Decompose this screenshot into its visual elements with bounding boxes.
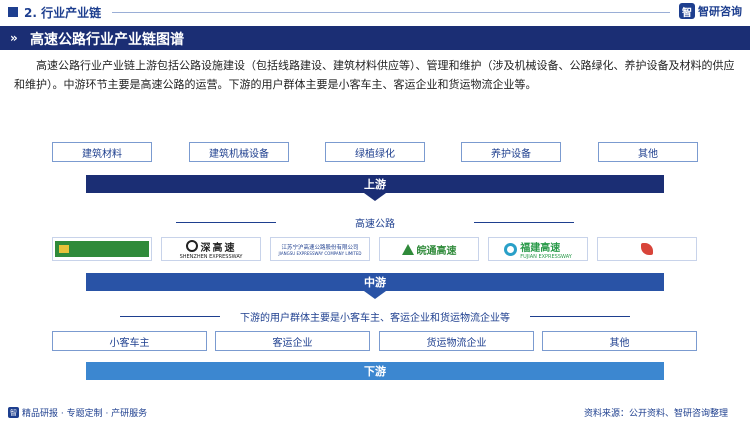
company-name: 福建高速 (520, 242, 561, 254)
footer-logo-icon: 智 (8, 407, 19, 418)
title-bar: » 高速公路行业产业链图谱 (0, 26, 750, 50)
company-mark-icon (641, 243, 653, 255)
upstream-bar: 上游 (86, 175, 664, 193)
midstream-bar: 中游 (86, 273, 664, 291)
brand-name: 智研咨询 (698, 5, 742, 18)
sublabel-line-right (474, 222, 574, 223)
downstream-sublabel: 下游的用户群体主要是小客车主、客运企业和货运物流企业等 (240, 313, 510, 324)
fujian-logo-icon (504, 242, 518, 256)
company-logo: 皖通高速 (379, 237, 479, 261)
company-mark-icon (59, 245, 69, 253)
page-title: 高速公路行业产业链图谱 (30, 32, 184, 48)
company-logo: 深高速 SHENZHEN EXPRESSWAY (161, 237, 261, 261)
section-marker-icon (8, 7, 18, 17)
upstream-item: 建筑机械设备 (189, 142, 289, 162)
company-logo: 福建高速 FUJIAN EXPRESSWAY (488, 237, 588, 261)
footer-tagline: 精品研报 · 专题定制 · 产研服务 (22, 409, 148, 419)
company-logo (597, 237, 697, 261)
upstream-item: 养护设备 (461, 142, 561, 162)
upstream-item: 建筑材料 (52, 142, 152, 162)
upstream-item: 绿植绿化 (325, 142, 425, 162)
downstream-item: 小客车主 (52, 331, 207, 351)
company-logo: 江苏宁沪高速公路股份有限公司 JIANGSU EXPRESSWAY COMPAN… (270, 237, 370, 261)
green-logo-icon (55, 241, 149, 257)
company-name: 江苏宁沪高速公路股份有限公司 (281, 244, 359, 251)
double-chevron-icon: » (10, 31, 18, 45)
brand-logo: 智 智研咨询 (679, 3, 742, 19)
down-arrow-icon (364, 193, 386, 201)
shenzhen-logo-icon (185, 240, 198, 252)
company-subname: JIANGSU EXPRESSWAY COMPANY LIMITED (278, 250, 362, 256)
downstream-bar: 下游 (86, 362, 664, 380)
sublabel-line-left (176, 222, 276, 223)
upstream-item: 其他 (598, 142, 698, 162)
footer-left: 智 精品研报 · 专题定制 · 产研服务 (8, 406, 147, 419)
header-rule (112, 12, 670, 13)
section-title: 2. 行业产业链 (24, 6, 102, 20)
company-name: 深高速 (200, 242, 237, 254)
description: 高速公路行业产业链上游包括公路设施建设（包括线路建设、建筑材料供应等）、管理和维… (14, 59, 735, 91)
company-logo (52, 237, 152, 261)
sublabel-line-left (120, 316, 220, 317)
company-subname: FUJIAN EXPRESSWAY (520, 253, 572, 260)
midstream-sublabel: 高速公路 (355, 219, 395, 230)
source-note: 资料来源：公开资料、智研咨询整理 (583, 409, 728, 419)
sublabel-line-right (530, 316, 630, 317)
downstream-item: 货运物流企业 (379, 331, 534, 351)
company-subname: SHENZHEN EXPRESSWAY (179, 253, 243, 260)
downstream-item: 客运企业 (215, 331, 370, 351)
company-name: 皖通高速 (416, 245, 457, 257)
brand-logo-icon: 智 (679, 3, 695, 19)
top-bar: 2. 行业产业链 智 智研咨询 (0, 0, 750, 24)
anhui-logo-icon (401, 243, 414, 255)
down-arrow-icon (364, 291, 386, 299)
footer: 智 精品研报 · 专题定制 · 产研服务 资料来源：公开资料、智研咨询整理 (0, 404, 750, 421)
downstream-item: 其他 (542, 331, 697, 351)
